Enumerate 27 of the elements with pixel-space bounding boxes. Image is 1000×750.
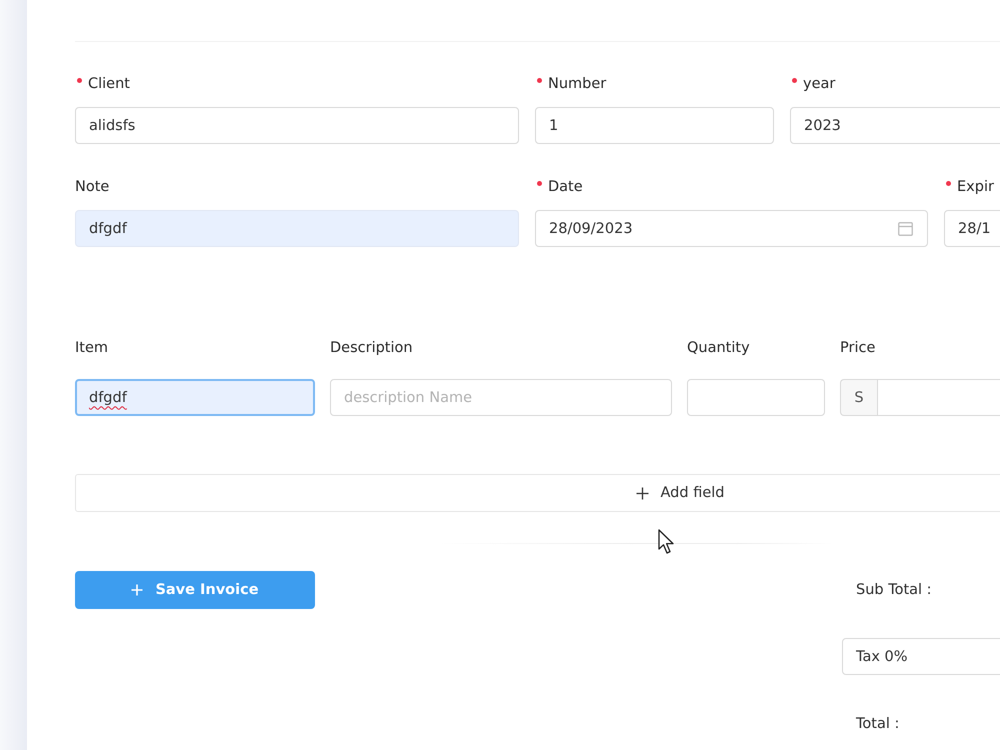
field-label: Number	[548, 75, 606, 94]
year-input[interactable]: 2023	[790, 107, 1000, 144]
plus-icon	[131, 584, 144, 596]
field-label: Expir	[957, 178, 994, 197]
sub-total-label: Sub Total :	[855, 581, 933, 600]
item-input[interactable]: dfgdf	[75, 379, 315, 416]
client-input[interactable]: alidsfs	[75, 107, 519, 144]
field-label: year	[803, 75, 836, 94]
note-input[interactable]: dfgdf	[75, 210, 519, 247]
field-label: Note	[75, 178, 110, 197]
cursor-icon	[658, 529, 675, 555]
total-label: Total :	[855, 715, 900, 734]
plus-icon	[636, 486, 649, 500]
expire-input[interactable]: 28/1	[944, 210, 1000, 247]
column-label: Description	[330, 339, 413, 358]
quantity-input[interactable]	[687, 379, 825, 416]
column-label: Item	[75, 339, 108, 358]
column-label: Price	[840, 339, 876, 358]
date-field[interactable]: 28/09/2023	[535, 210, 928, 247]
field-label: Date	[548, 178, 583, 197]
tax-field[interactable]: Tax 0%	[842, 638, 1000, 675]
add-field-button[interactable]: Add field	[75, 474, 1000, 512]
field-label: Client	[88, 75, 130, 94]
currency-prefix: S	[840, 379, 877, 416]
calendar-icon[interactable]	[898, 222, 913, 236]
column-label: Quantity	[687, 339, 750, 358]
number-input[interactable]: 1	[535, 107, 774, 144]
